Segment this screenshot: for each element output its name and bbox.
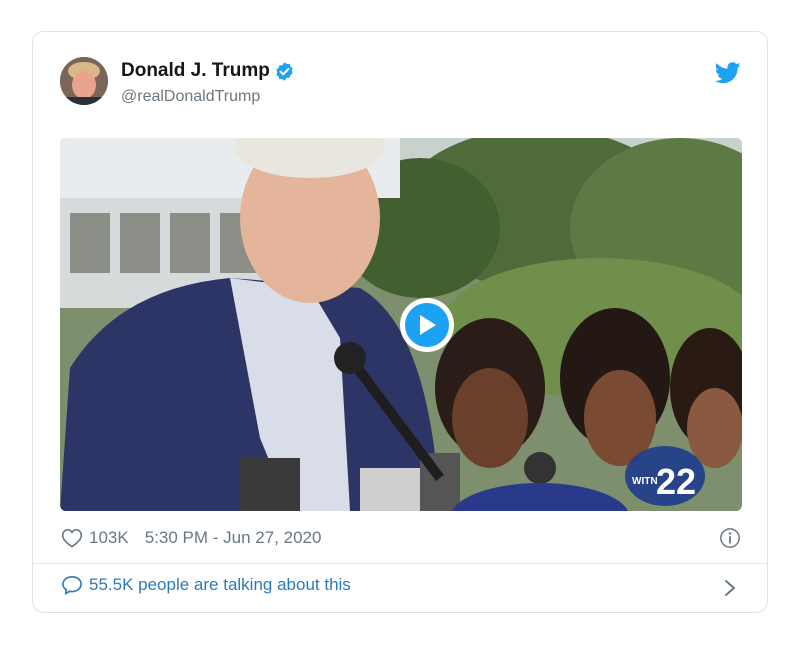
- divider: [33, 563, 767, 564]
- info-icon[interactable]: [719, 527, 741, 549]
- author-handle[interactable]: @realDonaldTrump: [121, 88, 260, 106]
- channel-bug-number: 22: [656, 461, 696, 502]
- play-button[interactable]: [400, 298, 454, 352]
- like-count[interactable]: 103K: [89, 528, 129, 548]
- tweet-meta: 103K 5:30 PM - Jun 27, 2020: [61, 526, 321, 550]
- tweet-embed-card: Donald J. Trump @realDonaldTrump WITN 22…: [32, 31, 768, 613]
- avatar[interactable]: [60, 57, 108, 105]
- verified-badge-icon: [276, 61, 293, 81]
- author-row: Donald J. Trump: [121, 60, 295, 82]
- conversation-link[interactable]: 55.5K people are talking about this: [61, 575, 351, 595]
- play-icon: [405, 303, 449, 347]
- channel-bug-prefix: WITN: [632, 476, 658, 487]
- twitter-bird-icon[interactable]: [715, 62, 741, 84]
- conversation-label: 55.5K people are talking about this: [89, 575, 351, 594]
- author-name[interactable]: Donald J. Trump: [121, 60, 270, 82]
- video-player[interactable]: WITN 22: [60, 138, 742, 511]
- timestamp[interactable]: 5:30 PM - Jun 27, 2020: [145, 528, 322, 548]
- speech-bubble-icon: [62, 576, 82, 595]
- chevron-right-icon[interactable]: [723, 579, 737, 597]
- heart-icon[interactable]: [61, 528, 83, 548]
